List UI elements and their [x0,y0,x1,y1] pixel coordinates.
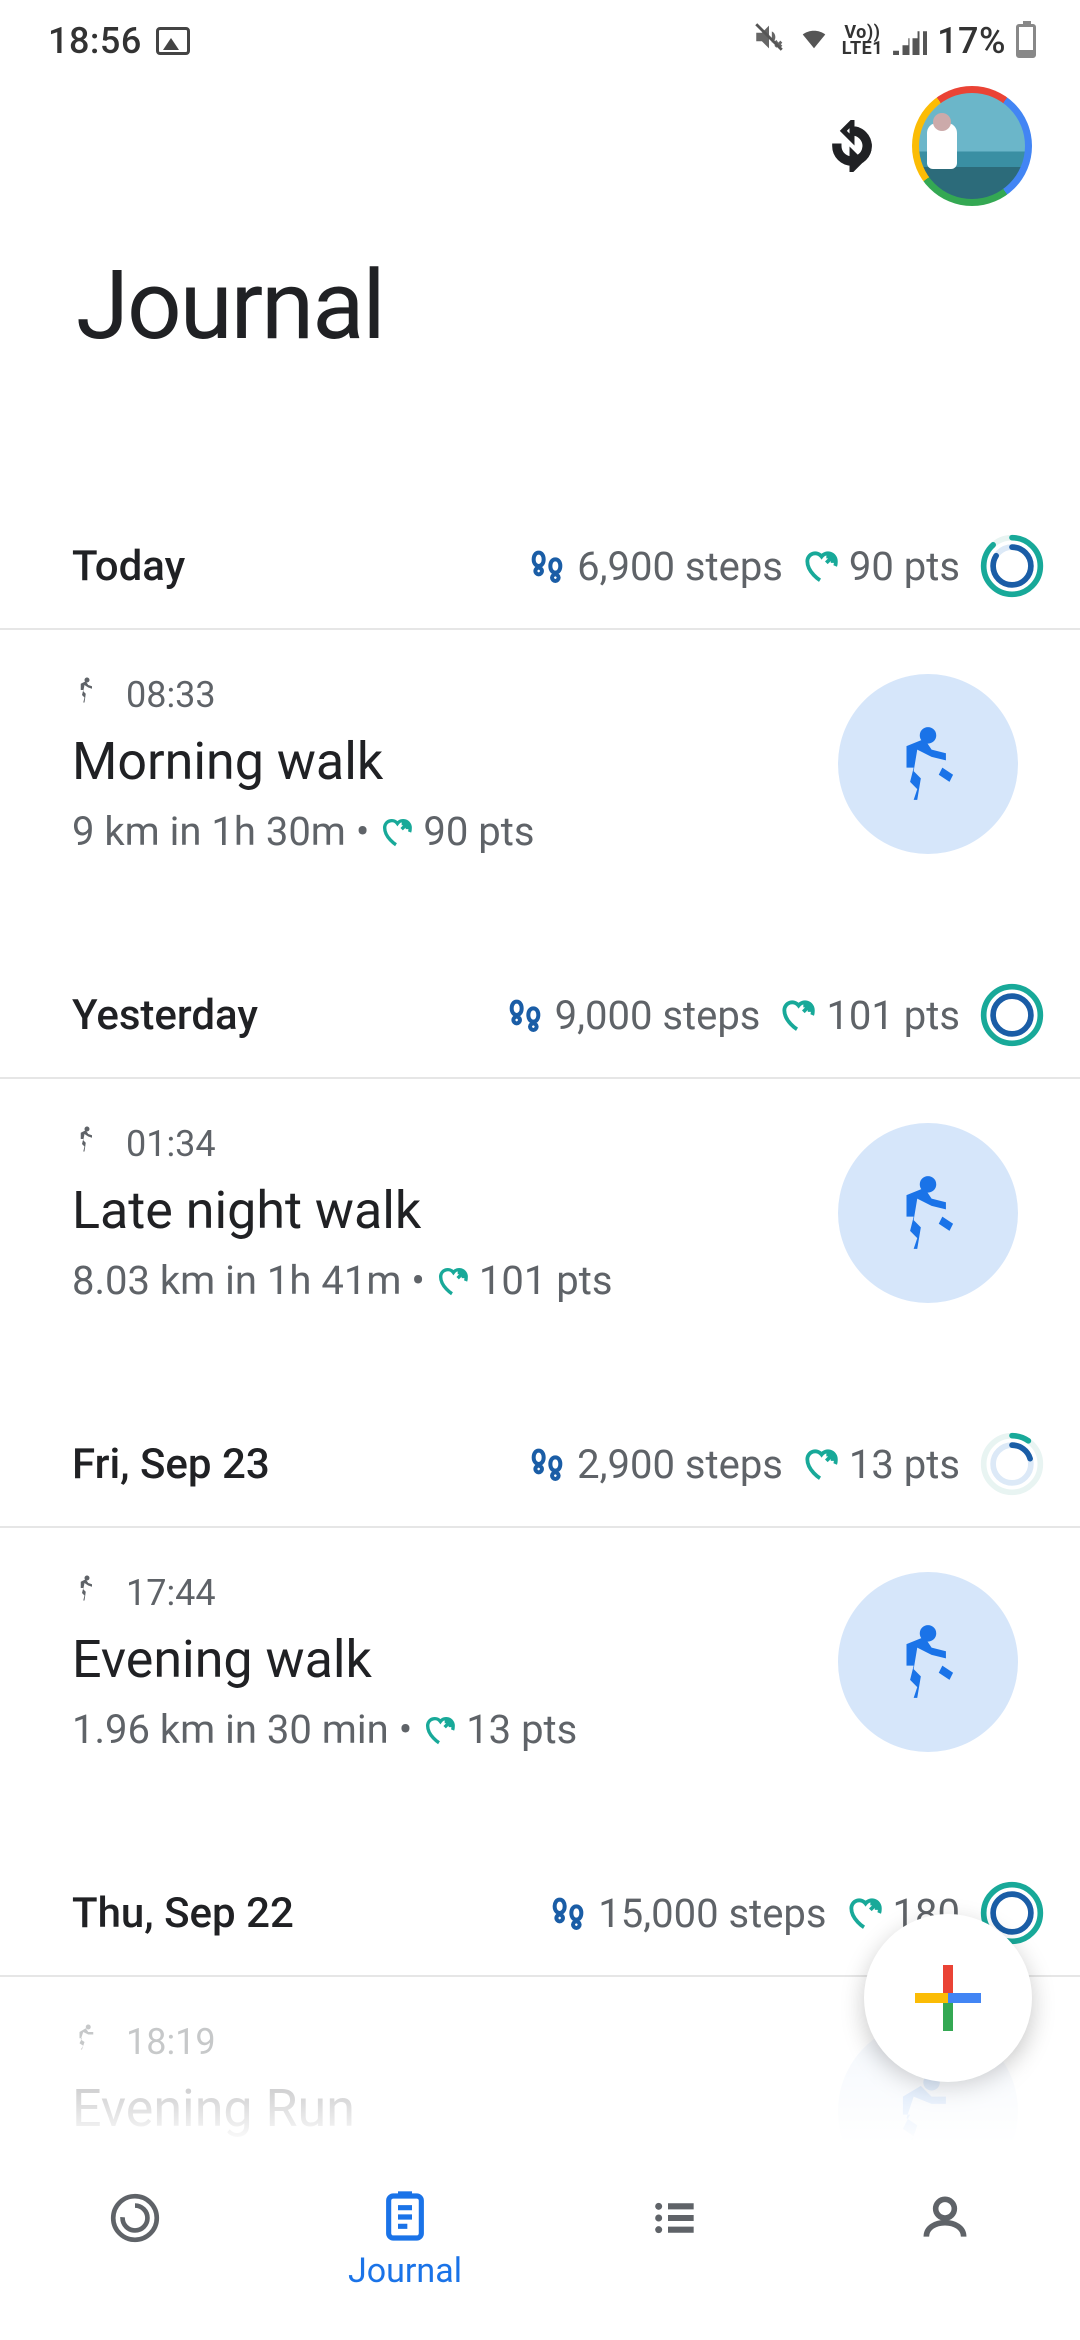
day-header-fri[interactable]: Fri, Sep 23 2,900 steps 13 pts [0,1328,1080,1526]
heart-points-icon [435,1264,469,1298]
nav-label: Journal [348,2251,462,2291]
volte-icon: Vo))LTE1 [842,25,883,57]
day-header-yesterday[interactable]: Yesterday 9,000 steps 101 pts [0,879,1080,1077]
activity-points: 13 pts [466,1706,577,1753]
activity-badge [838,1123,1018,1303]
day-label: Today [72,542,509,591]
signal-icon [893,27,927,55]
day-steps: 9,000 steps [505,992,761,1039]
sync-button[interactable] [826,120,878,172]
activity-time: 18:19 [126,2021,216,2063]
activity-detail: 9 km in 1h 30m [72,808,346,855]
nav-home[interactable] [0,2140,270,2340]
walk-icon [72,672,102,717]
nav-profile[interactable] [810,2140,1080,2340]
day-steps: 6,900 steps [527,543,783,590]
activity-row[interactable]: 17:44 Evening walk 1.96 km in 30 min • 1… [0,1528,1080,1777]
heart-points-icon [778,996,816,1034]
activity-title: Evening walk [72,1629,838,1690]
activity-time: 08:33 [126,674,216,716]
activity-detail: 8.03 km in 1h 41m [72,1257,401,1304]
steps-icon [527,1444,567,1484]
heart-points-icon [801,547,839,585]
progress-ring [978,1430,1046,1498]
screenshot-icon [156,27,190,55]
day-label: Thu, Sep 22 [72,1889,530,1938]
wifi-icon [796,22,832,60]
account-avatar[interactable] [912,86,1032,206]
status-time: 18:56 [48,20,142,62]
activity-title: Evening Run [72,2078,838,2139]
day-label: Yesterday [72,991,487,1040]
activity-row[interactable]: 08:33 Morning walk 9 km in 1h 30m • 90 p… [0,630,1080,879]
progress-ring [978,532,1046,600]
steps-icon [505,995,545,1035]
app-top-bar [0,76,1080,206]
day-points: 101 pts [778,992,960,1039]
activity-badge [838,1572,1018,1752]
page-title: Journal [0,206,1080,362]
mute-icon [752,20,786,62]
steps-icon [548,1893,588,1933]
day-steps: 2,900 steps [527,1441,783,1488]
day-points: 90 pts [801,543,960,590]
bottom-nav: Journal [0,2140,1080,2340]
status-battery-percent: 17% [937,20,1006,62]
walk-icon [72,1570,102,1615]
activity-time: 17:44 [126,1572,216,1614]
heart-points-icon [801,1445,839,1483]
activity-points: 101 pts [479,1257,613,1304]
steps-icon [527,546,567,586]
walk-icon [72,1121,102,1166]
run-icon [72,2019,102,2064]
activity-badge [838,674,1018,854]
day-points: 13 pts [801,1441,960,1488]
day-steps: 15,000 steps [548,1890,826,1937]
heart-points-icon [422,1713,456,1747]
activity-time: 01:34 [126,1123,216,1165]
add-activity-fab[interactable] [864,1914,1032,2082]
day-header-today[interactable]: Today 6,900 steps 90 pts [0,362,1080,628]
heart-points-icon [379,815,413,849]
progress-ring [978,981,1046,1049]
activity-row[interactable]: 01:34 Late night walk 8.03 km in 1h 41m … [0,1079,1080,1328]
activity-detail: 1.96 km in 30 min [72,1706,389,1753]
heart-points-icon [845,1894,883,1932]
activity-points: 90 pts [423,808,534,855]
nav-journal[interactable]: Journal [270,2140,540,2340]
day-label: Fri, Sep 23 [72,1440,509,1489]
plus-icon [915,1965,981,2031]
activity-title: Late night walk [72,1180,838,1241]
status-bar: 18:56 Vo))LTE1 17% [0,0,1080,76]
nav-browse[interactable] [540,2140,810,2340]
activity-title: Morning walk [72,731,838,792]
battery-icon [1016,24,1036,58]
